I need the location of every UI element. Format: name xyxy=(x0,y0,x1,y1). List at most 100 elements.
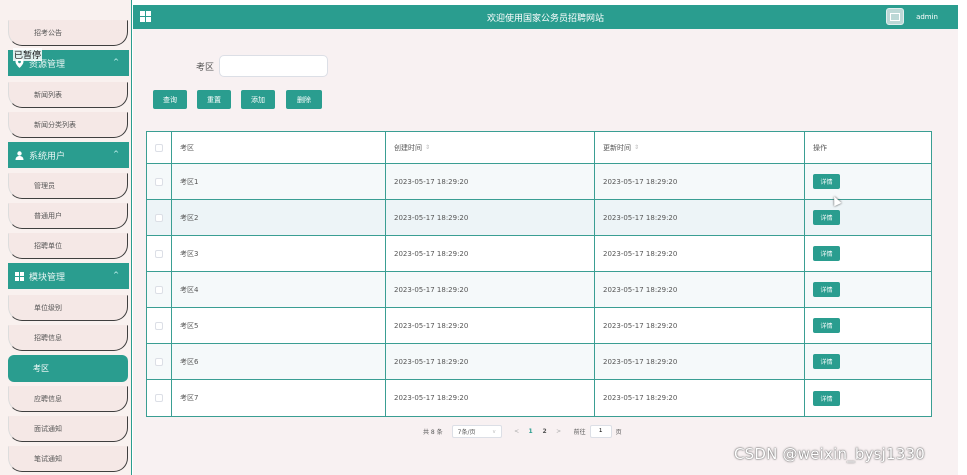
cell-created: 2023-05-17 18:29:20 xyxy=(386,380,595,416)
sidebar-item-employers[interactable]: 招聘单位 xyxy=(8,233,128,259)
sort-icon[interactable]: ⇕ xyxy=(634,144,639,151)
watermark: CSDN @weixin_bysj1330 xyxy=(734,445,926,463)
sidebar-item-interview-notice[interactable]: 面试通知 xyxy=(8,416,128,442)
table-row: 考区4 2023-05-17 18:29:20 2023-05-17 18:29… xyxy=(147,272,931,308)
sidebar-item-label: 单位级别 xyxy=(34,304,62,312)
username-label[interactable]: admin xyxy=(916,13,938,21)
next-page-button[interactable]: > xyxy=(552,428,566,435)
page-button-1[interactable]: 1 xyxy=(524,428,538,435)
sidebar-item-label: 应聘信息 xyxy=(34,395,62,403)
cell-updated: 2023-05-17 18:29:20 xyxy=(595,164,805,199)
sidebar-item-label: 管理员 xyxy=(34,182,55,190)
cell-updated: 2023-05-17 18:29:20 xyxy=(595,380,805,416)
sidebar-group-label: 系统用户 xyxy=(29,151,66,162)
search-label: 考区 xyxy=(196,63,215,73)
row-checkbox[interactable] xyxy=(155,177,163,186)
delete-button[interactable]: 删除 xyxy=(286,90,322,109)
row-checkbox[interactable] xyxy=(155,249,163,258)
detail-button[interactable]: 详情 xyxy=(813,174,840,189)
sidebar-item-exam-area[interactable]: 考区 xyxy=(8,355,128,382)
table-row: 考区3 2023-05-17 18:29:20 2023-05-17 18:29… xyxy=(147,236,931,272)
cell-area: 考区7 xyxy=(172,380,386,416)
image-icon xyxy=(890,12,900,21)
sidebar-item-label: 普通用户 xyxy=(34,212,62,220)
page-button-2[interactable]: 2 xyxy=(538,428,552,435)
goto-label: 前往 xyxy=(573,428,586,436)
cell-updated: 2023-05-17 18:29:20 xyxy=(595,308,805,343)
goto-page-input[interactable] xyxy=(589,424,612,438)
cell-area: 考区2 xyxy=(172,200,386,235)
cell-area: 考区4 xyxy=(172,272,386,307)
sidebar-item-announcement[interactable]: 招考公告 xyxy=(8,20,128,46)
cell-created: 2023-05-17 18:29:20 xyxy=(386,308,595,343)
column-header-created[interactable]: 创建时间 ⇕ xyxy=(386,132,595,163)
cell-updated: 2023-05-17 18:29:20 xyxy=(595,272,805,307)
sidebar-item-label: 考区 xyxy=(33,364,49,373)
detail-button[interactable]: 详情 xyxy=(813,390,840,406)
sort-icon[interactable]: ⇕ xyxy=(425,144,430,151)
cell-created: 2023-05-17 18:29:20 xyxy=(386,236,595,271)
detail-button[interactable]: 详情 xyxy=(813,246,840,261)
detail-button[interactable]: 详情 xyxy=(813,210,840,225)
row-checkbox[interactable] xyxy=(155,357,163,366)
avatar[interactable] xyxy=(886,8,904,25)
search-input[interactable] xyxy=(219,55,328,77)
row-checkbox[interactable] xyxy=(155,213,163,222)
cell-created: 2023-05-17 18:29:20 xyxy=(386,200,595,235)
table-row: 考区6 2023-05-17 18:29:20 2023-05-17 18:29… xyxy=(147,344,931,380)
sidebar-item-applications[interactable]: 应聘信息 xyxy=(8,386,128,412)
table-row: 考区5 2023-05-17 18:29:20 2023-05-17 18:29… xyxy=(147,308,931,344)
cell-created: 2023-05-17 18:29:20 xyxy=(386,164,595,199)
sidebar-group-system-users[interactable]: 系统用户 ^ xyxy=(8,142,129,168)
chevron-down-icon: v xyxy=(492,428,496,435)
query-button[interactable]: 查询 xyxy=(153,90,187,109)
column-header-updated[interactable]: 更新时间 ⇕ xyxy=(595,132,805,163)
cell-created: 2023-05-17 18:29:20 xyxy=(386,272,595,307)
sidebar-item-label: 招聘单位 xyxy=(34,242,62,250)
cell-area: 考区3 xyxy=(172,236,386,271)
cell-updated: 2023-05-17 18:29:20 xyxy=(595,236,805,271)
sidebar-item-label: 新闻列表 xyxy=(34,91,62,99)
row-checkbox[interactable] xyxy=(155,394,163,402)
cell-area: 考区6 xyxy=(172,344,386,379)
detail-button[interactable]: 详情 xyxy=(813,354,840,369)
cell-area: 考区1 xyxy=(172,164,386,199)
page-size-select[interactable]: 7条/页 v xyxy=(451,424,502,438)
main-content: 考区 查询 重置 添加 删除 考区 创建时间 ⇕ 更新时间 ⇕ 操作 考区1 202… xyxy=(133,29,958,475)
sidebar-group-modules[interactable]: 模块管理 ^ xyxy=(8,263,129,289)
detail-button[interactable]: 详情 xyxy=(813,282,840,297)
add-button[interactable]: 添加 xyxy=(241,90,275,109)
pagination-total: 共 8 条 xyxy=(423,428,443,436)
prev-page-button[interactable]: < xyxy=(510,428,524,435)
paused-indicator: 已暂停 xyxy=(13,48,43,61)
pagination: 共 8 条 7条/页 v < 1 2 > 前往 页 xyxy=(423,424,622,438)
sidebar-item-unit-level[interactable]: 单位级别 xyxy=(8,295,128,321)
reset-button[interactable]: 重置 xyxy=(197,90,231,109)
cell-updated: 2023-05-17 18:29:20 xyxy=(595,344,805,379)
chevron-up-icon: ^ xyxy=(113,58,119,66)
select-all-cell xyxy=(147,132,172,163)
sidebar-item-normal-users[interactable]: 普通用户 xyxy=(8,203,128,229)
table-row: 考区7 2023-05-17 18:29:20 2023-05-17 18:29… xyxy=(147,380,931,416)
top-header: 欢迎使用国家公务员招聘网站 admin xyxy=(133,5,958,29)
column-header-actions: 操作 xyxy=(813,143,827,152)
sidebar: 招考公告 资源管理 ^ 已暂停 新闻列表 新闻分类列表 系统用户 ^ 管理员 普… xyxy=(0,0,132,475)
cell-area: 考区5 xyxy=(172,308,386,343)
column-header-area: 考区 xyxy=(172,132,386,163)
sidebar-item-written-notice[interactable]: 笔试通知 xyxy=(8,446,128,472)
sidebar-item-job-info[interactable]: 招聘信息 xyxy=(8,325,128,351)
page-unit-label: 页 xyxy=(615,428,622,436)
cell-updated: 2023-05-17 18:29:20 xyxy=(595,200,805,235)
sidebar-item-label: 面试通知 xyxy=(34,425,62,433)
sidebar-item-news-list[interactable]: 新闻列表 xyxy=(8,82,128,108)
sidebar-item-label: 笔试通知 xyxy=(34,455,62,463)
chevron-up-icon: ^ xyxy=(113,150,119,158)
sidebar-item-news-category[interactable]: 新闻分类列表 xyxy=(8,112,128,138)
row-checkbox[interactable] xyxy=(155,285,163,294)
row-checkbox[interactable] xyxy=(155,321,163,330)
select-all-checkbox[interactable] xyxy=(155,143,163,152)
detail-button[interactable]: 详情 xyxy=(813,318,840,333)
table-header: 考区 创建时间 ⇕ 更新时间 ⇕ 操作 xyxy=(147,132,931,164)
sidebar-item-label: 招聘信息 xyxy=(34,334,62,342)
sidebar-item-admins[interactable]: 管理员 xyxy=(8,173,128,199)
